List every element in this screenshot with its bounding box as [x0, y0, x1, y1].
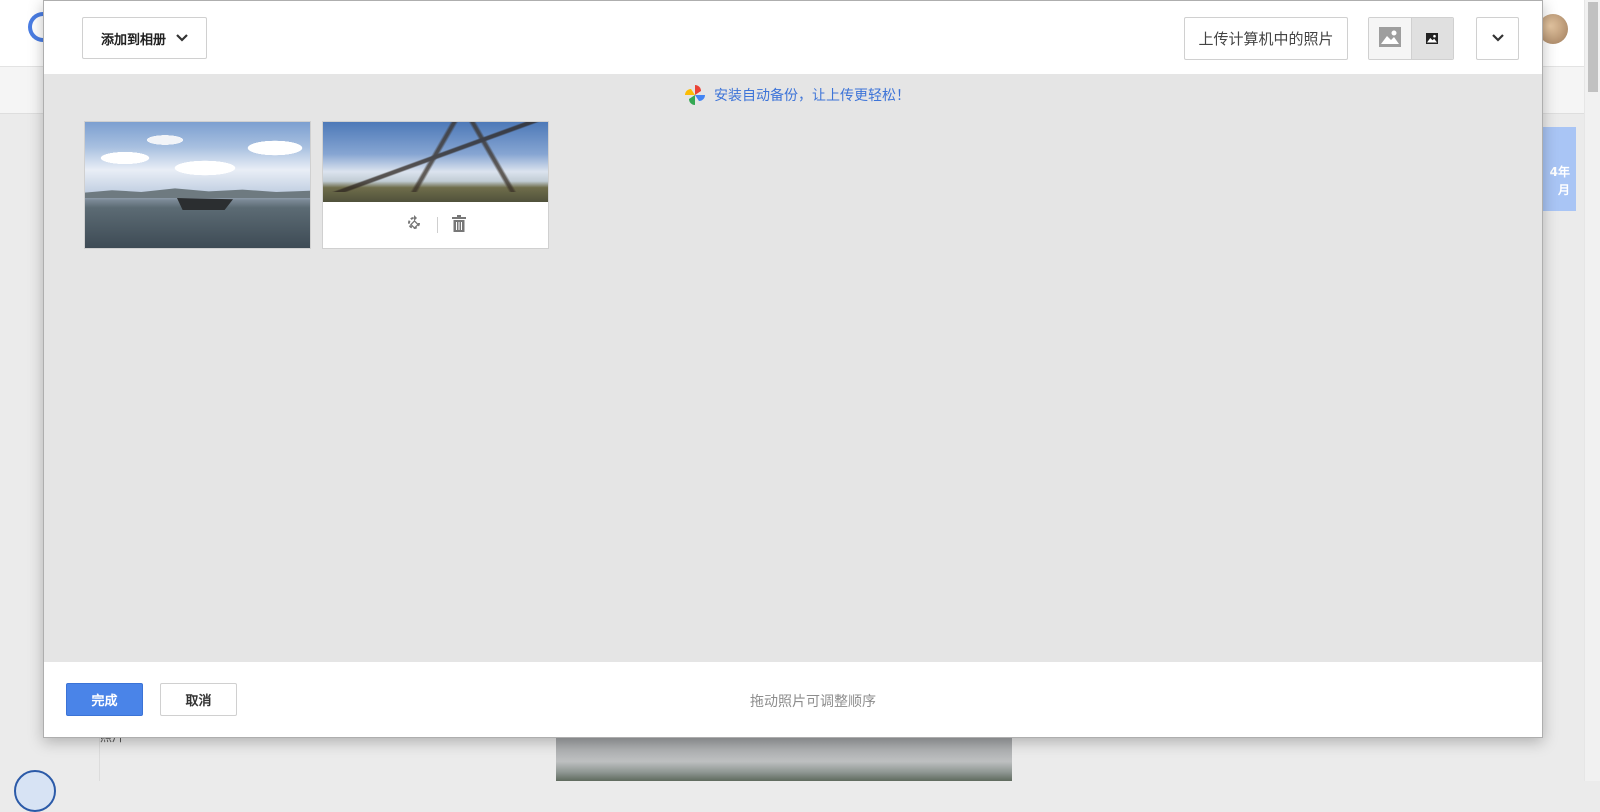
action-separator: [437, 217, 438, 233]
cancel-button[interactable]: 取消: [160, 683, 237, 716]
small-thumbnails-icon: [1426, 29, 1439, 48]
tree-sky-image: [323, 122, 548, 202]
view-size-toggle: [1368, 17, 1454, 60]
clouds: [85, 128, 310, 188]
large-thumbnails-button[interactable]: [1369, 18, 1411, 59]
dialog-header: 添加到相册 上传计算机中的照片: [44, 1, 1542, 74]
auto-backup-link[interactable]: 安装自动备份，让上传更轻松！: [714, 85, 910, 105]
background-fab-button[interactable]: [14, 770, 56, 812]
boat: [177, 198, 233, 210]
lake-boat-photo[interactable]: [84, 121, 311, 249]
background-photo[interactable]: [556, 738, 1012, 781]
rotate-icon[interactable]: [405, 214, 423, 236]
add-to-album-label: 添加到相册: [100, 32, 166, 48]
tree-sky-photo[interactable]: [322, 121, 549, 249]
lake-boat-image: [85, 122, 310, 248]
add-to-album-button[interactable]: 添加到相册: [82, 17, 207, 59]
photos-pinwheel-icon: [684, 84, 706, 106]
chevron-down-icon: [176, 31, 188, 46]
large-thumbnails-icon: [1378, 26, 1401, 51]
branches: [323, 122, 548, 192]
more-options-button[interactable]: [1476, 17, 1519, 60]
cancel-label: 取消: [185, 694, 212, 709]
upload-label: 上传计算机中的照片: [1198, 30, 1334, 48]
reorder-hint: 拖动照片可调整顺序: [750, 694, 876, 710]
auto-backup-promo: 安装自动备份，让上传更轻松！: [684, 83, 910, 107]
scrollbar-thumb[interactable]: [1588, 2, 1598, 92]
chevron-down-icon: [1491, 31, 1504, 46]
trash-icon[interactable]: [452, 214, 466, 236]
upload-dialog: 添加到相册 上传计算机中的照片 安装自动备份，让上传更轻松！ 完成 取消 拖动照…: [43, 0, 1543, 738]
small-thumbnails-button[interactable]: [1410, 18, 1453, 59]
page-scrollbar[interactable]: [1584, 0, 1600, 781]
done-button[interactable]: 完成: [66, 683, 143, 716]
photo-actions: [323, 202, 548, 248]
dialog-footer: 完成 取消 拖动照片可调整顺序: [44, 662, 1542, 737]
done-label: 完成: [91, 694, 118, 709]
upload-from-computer-button[interactable]: 上传计算机中的照片: [1184, 17, 1348, 60]
